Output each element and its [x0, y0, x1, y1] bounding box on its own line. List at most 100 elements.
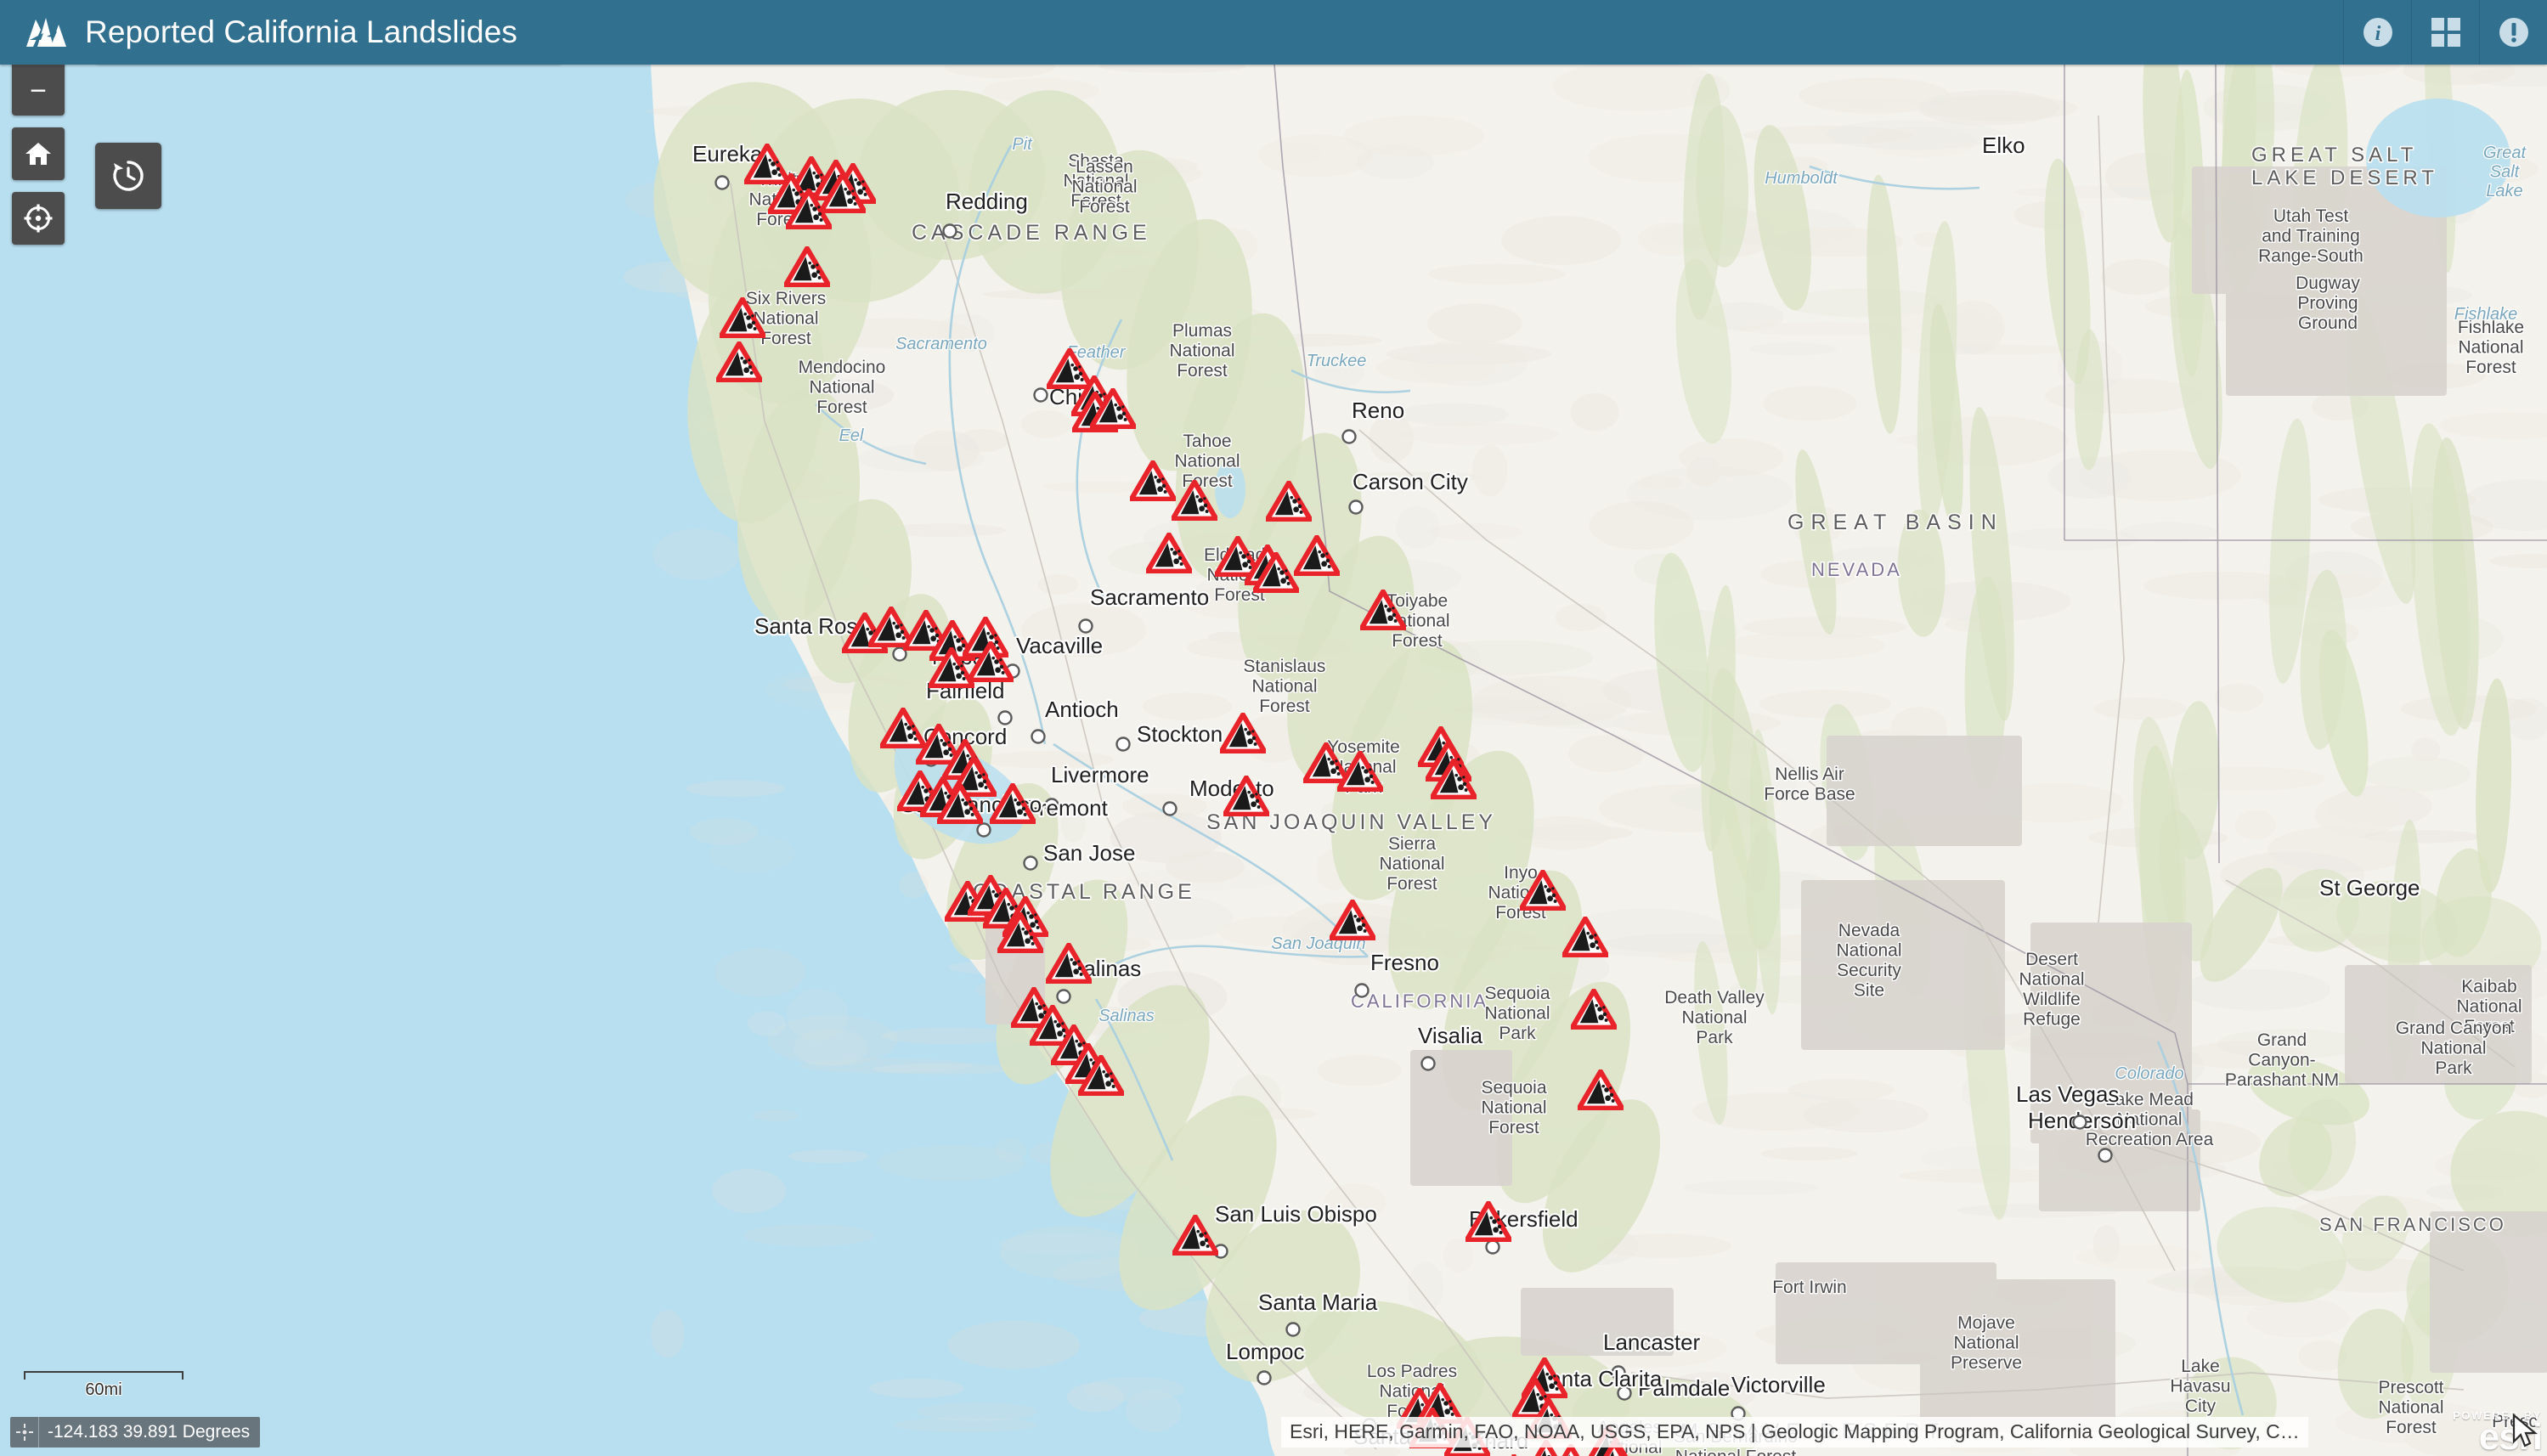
svg-text:Lompoc: Lompoc: [1226, 1339, 1305, 1364]
city-label: ElkoElko: [1980, 131, 2027, 160]
svg-text:Mendocino: Mendocino: [799, 358, 886, 377]
svg-text:Grand Canyon: Grand Canyon: [2396, 1019, 2512, 1038]
svg-text:Mojave: Mojave: [1957, 1313, 2015, 1333]
svg-text:Redding: Redding: [946, 189, 1028, 214]
protected-area-label: Utah TestUtah Testand Trainingand Traini…: [2257, 206, 2365, 268]
svg-text:Forest: Forest: [760, 329, 811, 348]
city-label: VisaliaVisalia: [1416, 1021, 1485, 1050]
svg-text:National: National: [1379, 855, 1444, 874]
svg-text:Canyon-: Canyon-: [2248, 1051, 2315, 1070]
svg-text:Salt: Salt: [2490, 162, 2521, 181]
svg-text:Death Valley: Death Valley: [1664, 988, 1765, 1007]
protected-area-label: Fort IrwinFort Irwin: [1771, 1277, 1849, 1299]
city-marker-dot: [1354, 983, 1370, 998]
alert-button[interactable]: [2479, 0, 2547, 65]
city-label: LivermoreLivermore: [1049, 760, 1151, 789]
svg-text:Forest: Forest: [1488, 1118, 1539, 1137]
svg-text:Stockton: Stockton: [1137, 721, 1223, 747]
svg-text:Antioch: Antioch: [1045, 697, 1119, 722]
svg-text:Park: Park: [2435, 1058, 2472, 1078]
locate-button[interactable]: [12, 192, 65, 245]
city-marker-dot: [1348, 499, 1364, 515]
history-clock-icon: [113, 161, 144, 191]
svg-text:Inyo: Inyo: [1504, 863, 1538, 883]
svg-text:Salinas: Salinas: [1098, 1007, 1155, 1025]
svg-text:National: National: [2019, 970, 2084, 990]
coordinates-value: -124.183 39.891 Degrees: [48, 1422, 251, 1442]
svg-text:Reno: Reno: [1352, 398, 1404, 423]
time-history-button[interactable]: [95, 143, 161, 209]
city-marker-dot: [1285, 1322, 1301, 1337]
city-marker-dot: [1257, 1370, 1272, 1385]
protected-area-label: PrescottPrescottNationalNationalForestFo…: [2377, 1377, 2445, 1439]
widgets-grid-button[interactable]: [2411, 0, 2479, 65]
coordinates-widget[interactable]: -124.183 39.891 Degrees: [10, 1417, 261, 1448]
svg-text:Lake: Lake: [2486, 182, 2522, 200]
svg-text:Nevada: Nevada: [1838, 921, 1900, 940]
svg-text:Prescott: Prescott: [2378, 1378, 2443, 1397]
svg-text:Los Padres: Los Padres: [1367, 1362, 1457, 1381]
svg-text:Six Rivers: Six Rivers: [746, 289, 827, 308]
info-circle-icon: i: [2363, 18, 2392, 47]
protected-area-label: PlumasPlumasNationalNationalForestForest: [1168, 320, 1236, 382]
locate-crosshair-icon: [24, 204, 53, 233]
svg-text:SAN FRANCISCO: SAN FRANCISCO: [2319, 1214, 2506, 1235]
svg-text:Sequoia: Sequoia: [1484, 984, 1550, 1003]
svg-text:San Jose: San Jose: [1043, 840, 1135, 866]
svg-text:Fresno: Fresno: [1370, 950, 1439, 975]
svg-text:Humboldt: Humboldt: [1765, 169, 1838, 188]
about-info-button[interactable]: i: [2343, 0, 2411, 65]
svg-text:National: National: [2458, 338, 2523, 358]
svg-text:Ground: Ground: [2298, 313, 2358, 333]
protected-area-label: MojaveMojaveNationalNationalPreservePres…: [1949, 1312, 2023, 1374]
svg-text:Park: Park: [1696, 1028, 1733, 1047]
svg-text:Forest: Forest: [1079, 197, 1130, 217]
svg-text:Stanislaus: Stanislaus: [1244, 657, 1326, 676]
svg-text:Security: Security: [1837, 961, 1901, 980]
home-button[interactable]: [12, 127, 65, 180]
svg-text:Vacaville: Vacaville: [1016, 633, 1103, 658]
protected-area-label: LassenLassenNationalNationalForestForest: [1070, 156, 1138, 218]
city-marker-dot: [1078, 618, 1093, 634]
svg-text:Truckee: Truckee: [1307, 352, 1367, 370]
city-label: StocktonStockton: [1135, 720, 1224, 748]
svg-text:Refuge: Refuge: [2023, 1010, 2081, 1030]
svg-text:National: National: [2456, 997, 2522, 1017]
map-canvas[interactable]: CASCADE RANGE CASCADE RANGE GREAT BASIN GRE…: [0, 65, 2547, 1456]
map-attribution[interactable]: Esri, HERE, Garmin, FAO, NOAA, USGS, EPA…: [1281, 1417, 2308, 1448]
mouse-cursor-icon: [2512, 1414, 2539, 1448]
coordinates-toggle-button[interactable]: [10, 1417, 39, 1448]
svg-text:Elko: Elko: [1982, 133, 2025, 158]
scale-bar-label: 60mi: [85, 1380, 122, 1399]
city-marker-dot: [1485, 1239, 1500, 1255]
water-label: ColoradoColorado: [2114, 1064, 2185, 1085]
svg-text:Range-South: Range-South: [2258, 246, 2363, 266]
svg-text:National: National: [1953, 1334, 2019, 1353]
svg-text:GREAT SALT: GREAT SALT: [2251, 144, 2417, 166]
svg-text:National: National: [1484, 1004, 1550, 1024]
svg-text:Tahoe: Tahoe: [1183, 432, 1231, 451]
svg-text:Forest: Forest: [1177, 361, 1228, 381]
svg-text:Dugway: Dugway: [2296, 274, 2360, 293]
svg-text:Grand: Grand: [2257, 1030, 2307, 1050]
svg-text:National: National: [1836, 941, 1901, 961]
city-label: AntiochAntioch: [1043, 695, 1121, 724]
protected-area-label: SierraSierraNationalNationalForestForest: [1378, 833, 1446, 895]
zoom-out-button[interactable]: −: [12, 65, 65, 116]
svg-text:National: National: [1174, 452, 1240, 471]
city-marker-dot: [1115, 736, 1131, 752]
svg-text:Sierra: Sierra: [1388, 834, 1436, 854]
svg-text:Forest: Forest: [1392, 631, 1443, 651]
svg-text:Great: Great: [2483, 144, 2527, 162]
protected-area-label: TahoeTahoeNationalNationalForestForest: [1173, 431, 1241, 493]
svg-text:Forest: Forest: [1259, 697, 1310, 716]
svg-text:St George: St George: [2319, 875, 2420, 900]
app-header: Reported California Landslides i: [0, 0, 2547, 65]
svg-text:Fishlake: Fishlake: [2454, 305, 2517, 324]
svg-text:Forest: Forest: [2465, 358, 2516, 377]
svg-text:Plumas: Plumas: [1172, 321, 1232, 341]
city-marker-dot: [1162, 801, 1177, 816]
city-label: Las VegasLas Vegas: [2014, 1080, 2121, 1109]
city-marker-dot: [2072, 1115, 2087, 1130]
city-marker-dot: [997, 710, 1013, 725]
